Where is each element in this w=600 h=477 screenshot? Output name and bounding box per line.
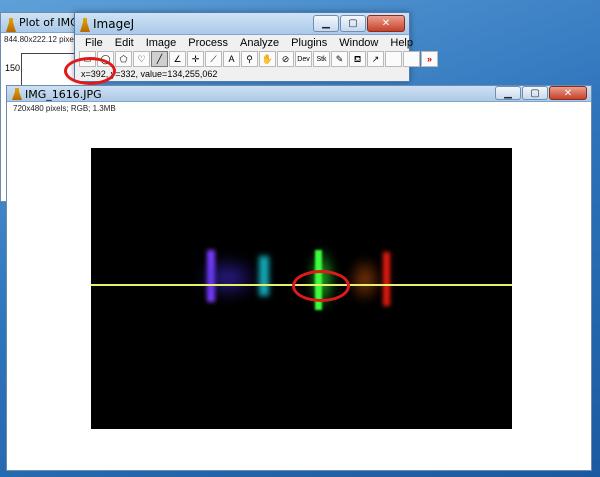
- brush-tool-button[interactable]: ✎: [331, 51, 348, 67]
- angle-tool-icon: ∠: [173, 53, 182, 64]
- image-window-controls: ▁ ▢ ✕: [494, 86, 587, 100]
- imagej-app-icon: [12, 88, 22, 100]
- image-info: 720x480 pixels; RGB; 1.3MB: [13, 104, 116, 113]
- wand-tool-icon: ⟋: [210, 53, 217, 64]
- freehand-tool-icon: ♡: [137, 53, 146, 64]
- imagej-title: ImageJ: [93, 17, 135, 31]
- image-window-title: IMG_1616.JPG: [25, 88, 102, 101]
- flood-fill-tool-icon: ⛾: [353, 53, 362, 64]
- stk-tool-button[interactable]: Stk: [313, 51, 330, 67]
- menu-edit[interactable]: Edit: [109, 36, 140, 50]
- point-tool-button[interactable]: ✛: [187, 51, 204, 67]
- polygon-tool-icon: ⬠: [119, 53, 128, 64]
- window-controls: ▁ ▢ ✕: [312, 15, 405, 32]
- imagej-app-icon: [80, 18, 90, 32]
- image-window-titlebar[interactable]: IMG_1616.JPG ▁ ▢ ✕: [7, 86, 591, 102]
- arrow-tool-icon: ↗: [371, 53, 380, 64]
- stk-tool-icon: Stk: [316, 55, 327, 63]
- line-tool-icon: ╱: [156, 53, 163, 64]
- blue-glow: [197, 256, 259, 300]
- minimize-icon: ▁: [322, 18, 330, 29]
- plot-y-tick: 150: [5, 63, 21, 73]
- point-tool-icon: ✛: [191, 53, 200, 64]
- magnifier-tool-icon: ⚲: [246, 53, 253, 64]
- wand-tool-button[interactable]: ⟋: [205, 51, 222, 67]
- menu-image[interactable]: Image: [140, 36, 183, 50]
- image-maximize-button[interactable]: ▢: [522, 86, 548, 100]
- text-tool-button[interactable]: A: [223, 51, 240, 67]
- cursor-highlight-circle: [292, 270, 350, 302]
- brush-tool-icon: ✎: [335, 53, 344, 64]
- maximize-icon: ▢: [348, 18, 358, 29]
- image-minimize-button[interactable]: ▁: [495, 86, 521, 100]
- more-tools-button[interactable]: »: [421, 51, 438, 67]
- magnifier-tool-button[interactable]: ⚲: [241, 51, 258, 67]
- dev-tool-icon: Dev: [297, 55, 310, 63]
- dropper-tool-button[interactable]: ⊘: [277, 51, 294, 67]
- close-button[interactable]: ✕: [367, 15, 405, 32]
- imagej-titlebar[interactable]: ImageJ ▁ ▢ ✕: [75, 13, 409, 35]
- dev-tool-button[interactable]: Dev: [295, 51, 312, 67]
- tool-bar: ▭ ◯ ⬠ ♡ ╱ ∠ ✛ ⟋ A ⚲ ✋ ⊘ Dev Stk ✎ ⛾ ↗ »: [79, 51, 439, 67]
- more-tools-icon: »: [426, 53, 432, 64]
- arrow-tool-button[interactable]: ↗: [367, 51, 384, 67]
- line-tool-button[interactable]: ╱: [151, 51, 168, 67]
- red-band: [383, 252, 390, 306]
- dropper-tool-icon: ⊘: [281, 53, 290, 64]
- minimize-icon: ▁: [504, 87, 512, 99]
- blank-tool-button-2[interactable]: [403, 51, 420, 67]
- close-icon: ✕: [381, 18, 391, 29]
- menu-process[interactable]: Process: [182, 36, 234, 50]
- polygon-tool-button[interactable]: ⬠: [115, 51, 132, 67]
- orange-glow: [347, 256, 383, 304]
- menu-analyze[interactable]: Analyze: [234, 36, 285, 50]
- image-close-button[interactable]: ✕: [549, 86, 587, 100]
- close-icon: ✕: [563, 87, 573, 99]
- cyan-band: [259, 256, 269, 296]
- menu-bar: File Edit Image Process Analyze Plugins …: [79, 36, 419, 50]
- freehand-tool-button[interactable]: ♡: [133, 51, 150, 67]
- hand-tool-icon: ✋: [261, 53, 274, 64]
- imagej-window[interactable]: ImageJ ▁ ▢ ✕ File Edit Image Process Ana…: [74, 12, 438, 82]
- maximize-icon: ▢: [530, 87, 540, 99]
- minimize-button[interactable]: ▁: [313, 15, 339, 32]
- status-highlight-circle: [64, 57, 116, 85]
- flood-fill-tool-button[interactable]: ⛾: [349, 51, 366, 67]
- menu-plugins[interactable]: Plugins: [285, 36, 333, 50]
- text-tool-icon: A: [228, 53, 235, 64]
- menu-file[interactable]: File: [79, 36, 109, 50]
- angle-tool-button[interactable]: ∠: [169, 51, 186, 67]
- hand-tool-button[interactable]: ✋: [259, 51, 276, 67]
- menu-help[interactable]: Help: [384, 36, 419, 50]
- plot-size-info: 844.80x222.12 pixels: [4, 35, 80, 44]
- imagej-app-icon: [6, 18, 16, 32]
- blank-tool-button-1[interactable]: [385, 51, 402, 67]
- maximize-button[interactable]: ▢: [340, 15, 366, 32]
- menu-window[interactable]: Window: [333, 36, 384, 50]
